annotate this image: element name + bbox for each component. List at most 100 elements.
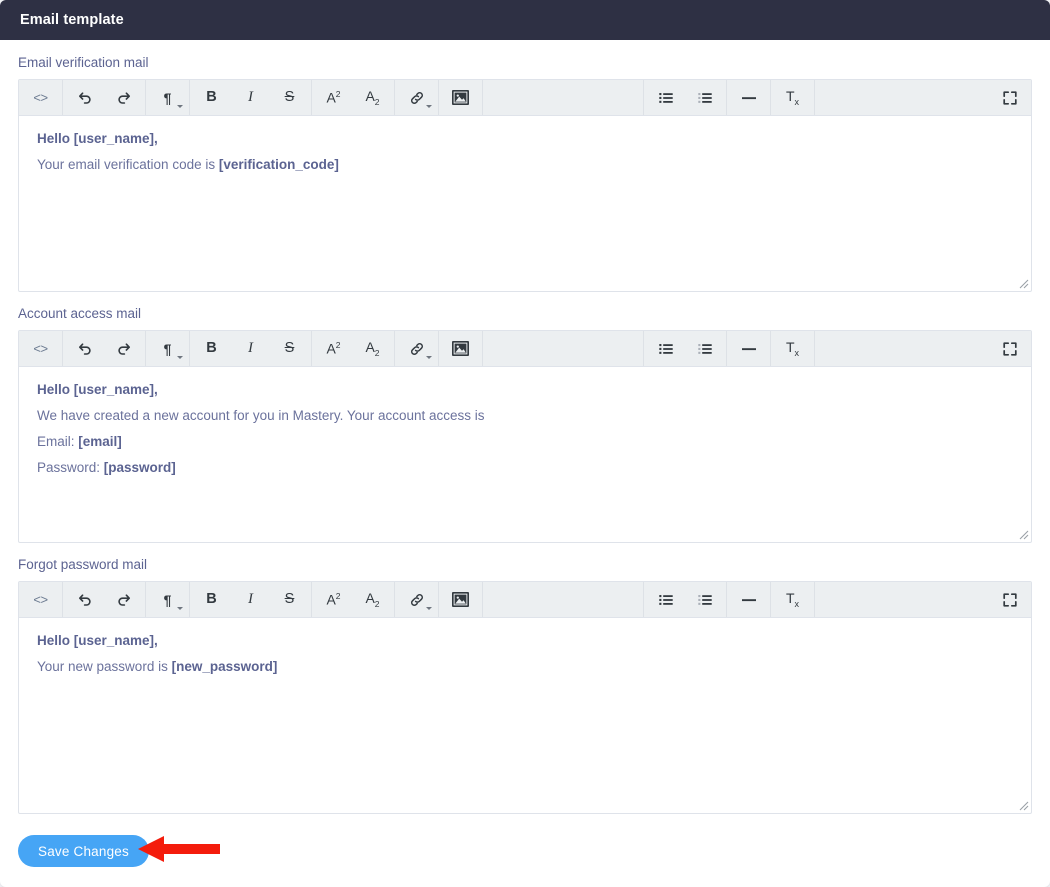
paragraph-format-icon[interactable]: ¶: [148, 81, 187, 115]
toolbar-group: [395, 331, 439, 366]
editor-toolbar: <> ¶ B I S A2 A2 Tx: [19, 582, 1031, 618]
fullscreen-icon[interactable]: [990, 583, 1029, 617]
placeholder-token: [password]: [103, 460, 176, 475]
strikethrough-icon[interactable]: S: [270, 81, 309, 115]
insert-link-icon[interactable]: [397, 332, 436, 366]
horizontal-rule-icon[interactable]: [729, 583, 768, 617]
rich-text-editor-email-verification-mail: <> ¶ B I S A2 A2 Tx Hello [user_name], Your email…: [18, 79, 1032, 292]
unordered-list-icon[interactable]: [646, 583, 685, 617]
clear-formatting-icon[interactable]: Tx: [773, 583, 812, 617]
paragraph-format-icon[interactable]: ¶: [148, 332, 187, 366]
fullscreen-icon[interactable]: [990, 332, 1029, 366]
rich-text-editor-forgot-password-mail: <> ¶ B I S A2 A2 Tx Hello [user_name], Your new p…: [18, 581, 1032, 814]
insert-link-icon[interactable]: [397, 583, 436, 617]
undo-icon[interactable]: [65, 332, 104, 366]
bold-icon[interactable]: B: [192, 583, 231, 617]
toolbar-group: A2 A2: [312, 582, 395, 617]
placeholder-token: Hello [user_name],: [37, 633, 158, 648]
subscript-icon[interactable]: A2: [353, 583, 392, 617]
strikethrough-icon[interactable]: S: [270, 583, 309, 617]
align-right-icon[interactable]: [563, 332, 602, 366]
superscript-icon[interactable]: A2: [314, 332, 353, 366]
editor-resize-handle[interactable]: [1016, 798, 1029, 811]
insert-image-icon[interactable]: [441, 583, 480, 617]
editor-content-forgot-password-mail[interactable]: Hello [user_name], Your new password is […: [19, 618, 1031, 813]
toolbar-group: [988, 582, 1031, 617]
align-right-icon[interactable]: [563, 81, 602, 115]
align-left-icon[interactable]: [485, 583, 524, 617]
chevron-down-icon[interactable]: [426, 104, 432, 108]
align-justify-icon[interactable]: [602, 332, 641, 366]
toolbar-group: <>: [19, 582, 63, 617]
redo-icon[interactable]: [104, 583, 143, 617]
toolbar-group: [63, 80, 146, 115]
insert-link-icon[interactable]: [397, 81, 436, 115]
redo-icon[interactable]: [104, 81, 143, 115]
insert-image-icon[interactable]: [441, 81, 480, 115]
chevron-down-icon[interactable]: [426, 606, 432, 610]
ordered-list-icon[interactable]: [685, 81, 724, 115]
toolbar-group: <>: [19, 331, 63, 366]
align-justify-icon[interactable]: [602, 583, 641, 617]
editor-resize-handle[interactable]: [1016, 276, 1029, 289]
editor-text: Your new password is: [37, 659, 172, 674]
unordered-list-icon[interactable]: [646, 81, 685, 115]
unordered-list-icon[interactable]: [646, 332, 685, 366]
placeholder-token: Hello [user_name],: [37, 131, 158, 146]
field-label-forgot-password-mail: Forgot password mail: [18, 557, 148, 572]
paragraph-format-icon[interactable]: ¶: [148, 583, 187, 617]
subscript-icon[interactable]: A2: [353, 332, 392, 366]
save-changes-button[interactable]: Save Changes: [18, 835, 149, 867]
toolbar-group: [483, 80, 644, 115]
redo-icon[interactable]: [104, 332, 143, 366]
toolbar-group: [727, 331, 771, 366]
chevron-down-icon[interactable]: [177, 355, 183, 359]
ordered-list-icon[interactable]: [685, 332, 724, 366]
align-left-icon[interactable]: [485, 332, 524, 366]
bold-icon[interactable]: B: [192, 81, 231, 115]
source-code-icon[interactable]: <>: [21, 81, 60, 115]
clear-formatting-icon[interactable]: Tx: [773, 332, 812, 366]
align-left-icon[interactable]: [485, 81, 524, 115]
rich-text-editor-account-access-mail: <> ¶ B I S A2 A2 Tx Hello [user_name], We have cr…: [18, 330, 1032, 543]
align-center-icon[interactable]: [524, 583, 563, 617]
editor-block-account-access-mail: Account access mail <> ¶ B I S A2 A2 Tx Hello [us…: [18, 305, 1032, 543]
align-right-icon[interactable]: [563, 583, 602, 617]
toolbar-group: [395, 80, 439, 115]
toolbar-group: [483, 582, 644, 617]
card-header: Email template: [0, 0, 1050, 40]
editor-resize-handle[interactable]: [1016, 527, 1029, 540]
align-justify-icon[interactable]: [602, 81, 641, 115]
italic-icon[interactable]: I: [231, 332, 270, 366]
insert-image-icon[interactable]: [441, 332, 480, 366]
chevron-down-icon[interactable]: [177, 606, 183, 610]
clear-formatting-icon[interactable]: Tx: [773, 81, 812, 115]
ordered-list-icon[interactable]: [685, 583, 724, 617]
toolbar-group: [439, 331, 483, 366]
superscript-icon[interactable]: A2: [314, 81, 353, 115]
horizontal-rule-icon[interactable]: [729, 81, 768, 115]
footer-actions: Save Changes: [0, 827, 1050, 887]
superscript-icon[interactable]: A2: [314, 583, 353, 617]
align-center-icon[interactable]: [524, 332, 563, 366]
toolbar-group: [644, 582, 727, 617]
italic-icon[interactable]: I: [231, 81, 270, 115]
strikethrough-icon[interactable]: S: [270, 332, 309, 366]
editor-text: Your email verification code is: [37, 157, 219, 172]
subscript-icon[interactable]: A2: [353, 81, 392, 115]
align-center-icon[interactable]: [524, 81, 563, 115]
bold-icon[interactable]: B: [192, 332, 231, 366]
source-code-icon[interactable]: <>: [21, 332, 60, 366]
fullscreen-icon[interactable]: [990, 81, 1029, 115]
source-code-icon[interactable]: <>: [21, 583, 60, 617]
toolbar-group: [63, 331, 146, 366]
undo-icon[interactable]: [65, 583, 104, 617]
chevron-down-icon[interactable]: [177, 104, 183, 108]
editor-content-email-verification-mail[interactable]: Hello [user_name], Your email verificatio…: [19, 116, 1031, 291]
editor-content-account-access-mail[interactable]: Hello [user_name], We have created a new …: [19, 367, 1031, 542]
italic-icon[interactable]: I: [231, 583, 270, 617]
toolbar-group: BIS: [190, 80, 312, 115]
chevron-down-icon[interactable]: [426, 355, 432, 359]
horizontal-rule-icon[interactable]: [729, 332, 768, 366]
undo-icon[interactable]: [65, 81, 104, 115]
